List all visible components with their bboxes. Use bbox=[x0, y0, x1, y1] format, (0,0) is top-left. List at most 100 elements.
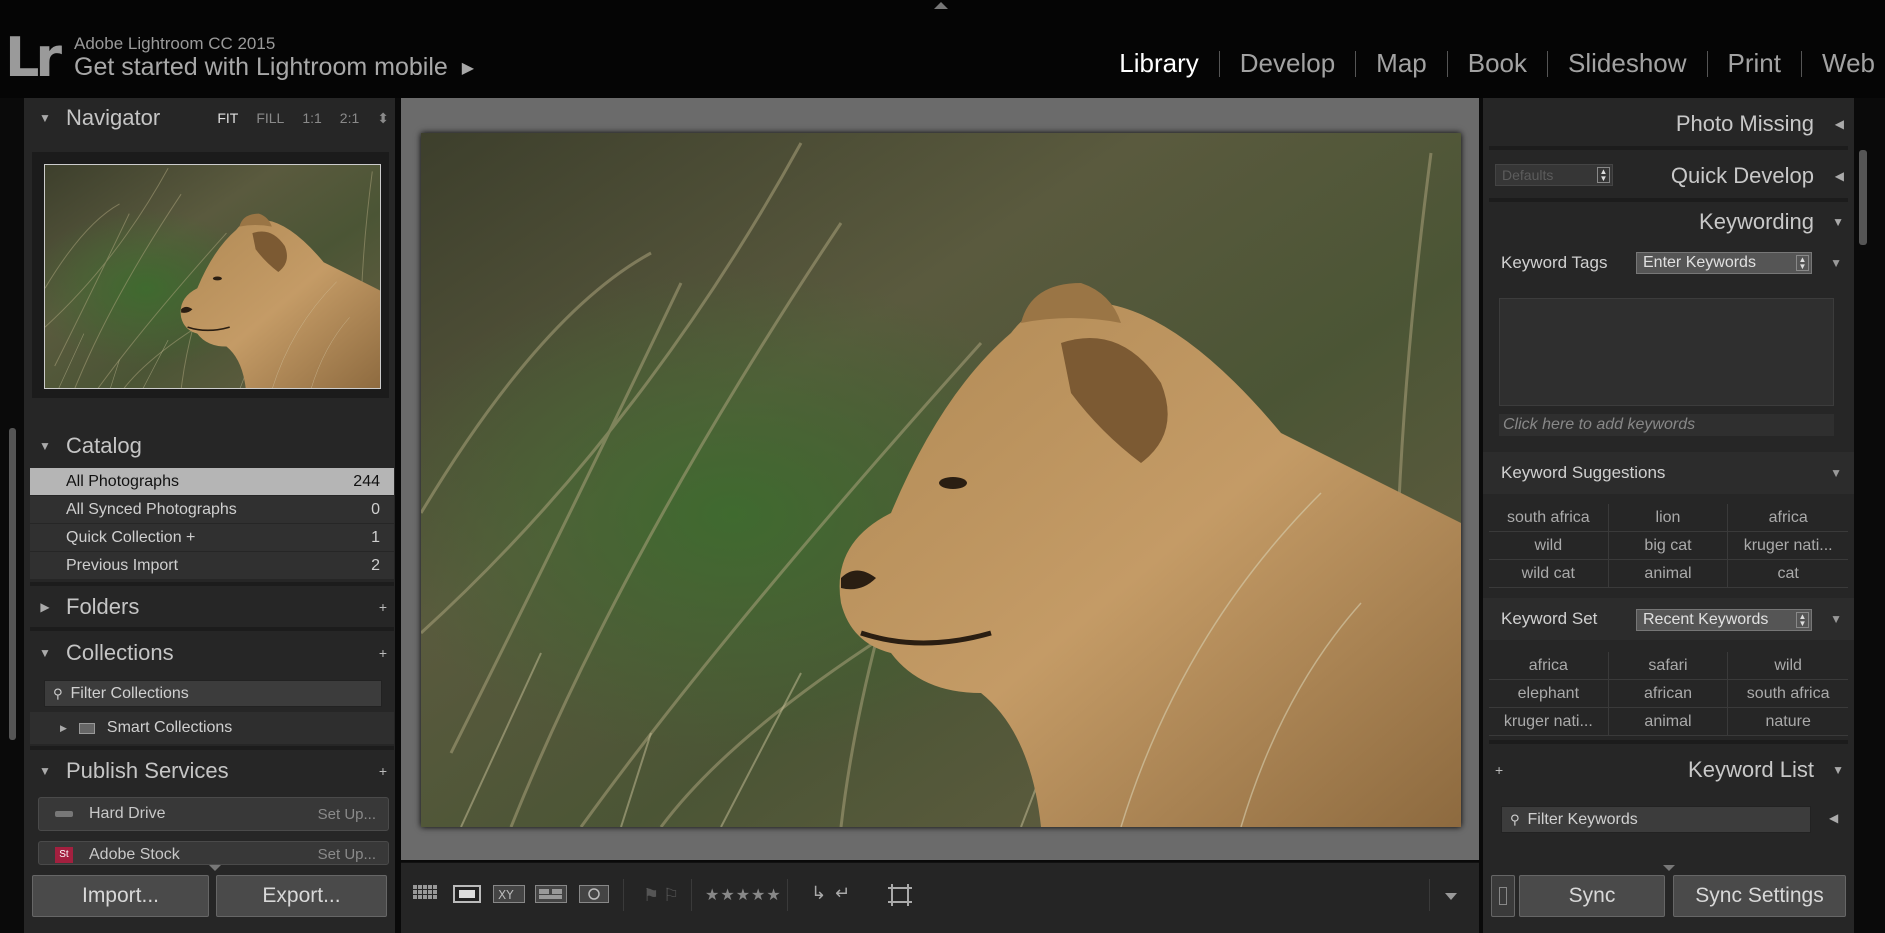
module-divider bbox=[1446, 50, 1448, 77]
main-photo[interactable] bbox=[421, 133, 1461, 827]
compare-view-icon[interactable]: XY bbox=[493, 885, 525, 908]
module-map[interactable]: Map bbox=[1376, 48, 1427, 79]
publish-adobe-stock[interactable]: St Adobe Stock Set Up... bbox=[38, 841, 389, 865]
toolbar-menu-icon[interactable] bbox=[1445, 893, 1457, 900]
sync-settings-button[interactable]: Sync Settings bbox=[1673, 875, 1846, 917]
zoom-fill[interactable]: FILL bbox=[256, 110, 284, 127]
rotate-left-icon[interactable]: ↳ bbox=[811, 883, 826, 904]
disclosure-down-icon: ▼ bbox=[1832, 763, 1844, 777]
keyword-suggestion[interactable]: big cat bbox=[1608, 532, 1729, 560]
loupe-view-icon[interactable] bbox=[453, 885, 481, 908]
star-rating-icon[interactable]: ★★★★★ bbox=[705, 885, 782, 905]
keyword-suggestion[interactable]: lion bbox=[1608, 504, 1729, 532]
auto-sync-toggle[interactable] bbox=[1491, 875, 1515, 917]
navigator-header[interactable]: ▼ Navigator FIT FILL 1:1 2:1 ⬍ bbox=[24, 98, 395, 138]
keyword-tags-label: Keyword Tags bbox=[1501, 253, 1608, 272]
keyword-tags-textarea[interactable] bbox=[1499, 298, 1834, 406]
publish-services-header[interactable]: ▼ Publish Services + bbox=[24, 751, 395, 791]
keyword-suggestion[interactable]: kruger nati... bbox=[1728, 532, 1848, 560]
keyword-list-header[interactable]: + Keyword List ▼ bbox=[1483, 748, 1854, 792]
catalog-item-previous-import[interactable]: Previous Import 2 bbox=[30, 552, 394, 580]
left-panel: ▼ Navigator FIT FILL 1:1 2:1 ⬍ ▼ Catalog… bbox=[24, 98, 395, 933]
lightroom-mobile-link[interactable]: Get started with Lightroom mobile ▶ bbox=[74, 53, 474, 82]
keywording-header[interactable]: Keywording ▼ bbox=[1483, 200, 1854, 244]
collapse-arrow-icon[interactable] bbox=[1663, 865, 1675, 871]
keyword-set-grid: africa safari wild elephant african sout… bbox=[1489, 652, 1848, 736]
zoom-fit[interactable]: FIT bbox=[217, 110, 238, 127]
add-keywords-input[interactable]: Click here to add keywords bbox=[1499, 414, 1834, 436]
keyword-set-dropdown[interactable]: Recent Keywords ▲ ▼ bbox=[1636, 609, 1812, 631]
keyword-set-item[interactable]: kruger nati... bbox=[1489, 708, 1609, 736]
keyword-set-item[interactable]: safari bbox=[1608, 652, 1729, 680]
add-folder-icon[interactable]: + bbox=[379, 599, 387, 615]
keyword-set-item[interactable]: african bbox=[1608, 680, 1729, 708]
import-button[interactable]: Import... bbox=[32, 875, 209, 917]
keyword-suggestion[interactable]: animal bbox=[1608, 560, 1729, 588]
navigator-thumbnail[interactable] bbox=[44, 164, 381, 389]
left-panel-scrollbar[interactable] bbox=[9, 428, 16, 740]
export-button[interactable]: Export... bbox=[216, 875, 387, 917]
add-keyword-icon[interactable]: + bbox=[1495, 762, 1503, 778]
publish-hard-drive[interactable]: Hard Drive Set Up... bbox=[38, 797, 389, 831]
zoom-menu-icon[interactable]: ⬍ bbox=[377, 110, 389, 127]
module-web[interactable]: Web bbox=[1822, 48, 1875, 79]
keyword-set-item[interactable]: wild bbox=[1728, 652, 1848, 680]
setup-link[interactable]: Set Up... bbox=[318, 846, 376, 863]
right-panel-scrollbar[interactable] bbox=[1859, 150, 1867, 245]
sync-button[interactable]: Sync bbox=[1519, 875, 1665, 917]
catalog-item-all-synced[interactable]: All Synced Photographs 0 bbox=[30, 496, 394, 524]
keyword-suggestion[interactable]: cat bbox=[1728, 560, 1848, 588]
keyword-set-item[interactable]: animal bbox=[1608, 708, 1729, 736]
module-slideshow[interactable]: Slideshow bbox=[1568, 48, 1687, 79]
collapse-top-arrow-icon[interactable] bbox=[934, 2, 948, 9]
zoom-1-1[interactable]: 1:1 bbox=[302, 110, 321, 127]
collections-header[interactable]: ▼ Collections + bbox=[24, 633, 395, 673]
keyword-set-item[interactable]: south africa bbox=[1728, 680, 1848, 708]
add-publish-service-icon[interactable]: + bbox=[379, 763, 387, 779]
keyword-suggestion[interactable]: south africa bbox=[1489, 504, 1609, 532]
zoom-2-1[interactable]: 2:1 bbox=[340, 110, 359, 127]
rotate-right-icon[interactable]: ↵ bbox=[835, 883, 850, 904]
collapse-arrow-icon[interactable] bbox=[209, 865, 221, 871]
lightroom-window: Lr Adobe Lightroom CC 2015 Get started w… bbox=[0, 0, 1885, 933]
section-divider bbox=[1489, 146, 1848, 150]
keyword-suggestion[interactable]: africa bbox=[1728, 504, 1848, 532]
add-collection-icon[interactable]: + bbox=[379, 645, 387, 661]
right-panel: Photo Missing ◀ Quick Develop ◀ Defaults… bbox=[1483, 98, 1854, 933]
setup-link[interactable]: Set Up... bbox=[318, 806, 376, 823]
disclosure-down-icon: ▼ bbox=[39, 439, 51, 453]
filter-collections-input[interactable]: ⚲ Filter Collections bbox=[44, 680, 382, 707]
crop-overlay-icon[interactable] bbox=[887, 883, 913, 912]
catalog-title: Catalog bbox=[66, 433, 142, 458]
module-library[interactable]: Library bbox=[1119, 48, 1198, 79]
module-print[interactable]: Print bbox=[1728, 48, 1781, 79]
folders-header[interactable]: ▶ Folders + bbox=[24, 587, 395, 627]
module-divider bbox=[1218, 50, 1220, 77]
keyword-tags-mode-dropdown[interactable]: Enter Keywords ▲ ▼ bbox=[1636, 252, 1812, 274]
keyword-suggestions-header[interactable]: Keyword Suggestions ▼ bbox=[1483, 452, 1854, 494]
disclosure-left-icon[interactable]: ◀ bbox=[1829, 811, 1838, 825]
people-view-icon[interactable] bbox=[579, 885, 609, 908]
smart-collections-item[interactable]: ▶ Smart Collections bbox=[30, 712, 394, 744]
keyword-set-item[interactable]: nature bbox=[1728, 708, 1848, 736]
keyword-suggestion[interactable]: wild cat bbox=[1489, 560, 1609, 588]
keyword-set-item[interactable]: africa bbox=[1489, 652, 1609, 680]
catalog-item-quick-collection[interactable]: Quick Collection + 1 bbox=[30, 524, 394, 552]
saved-preset-dropdown[interactable]: Defaults ▲ ▼ bbox=[1495, 164, 1613, 186]
filter-keywords-input[interactable]: ⚲ Filter Keywords bbox=[1501, 806, 1811, 833]
grid-view-icon[interactable] bbox=[413, 885, 439, 908]
disclosure-left-icon: ◀ bbox=[1834, 117, 1844, 131]
histogram-header[interactable]: Photo Missing ◀ bbox=[1483, 102, 1854, 146]
flag-reject-icon[interactable]: ⚐ bbox=[663, 885, 679, 906]
module-book[interactable]: Book bbox=[1468, 48, 1527, 79]
disclosure-down-icon: ▼ bbox=[39, 111, 51, 125]
catalog-item-all-photographs[interactable]: All Photographs 244 bbox=[30, 468, 394, 496]
catalog-header[interactable]: ▼ Catalog bbox=[24, 426, 395, 466]
module-develop[interactable]: Develop bbox=[1240, 48, 1335, 79]
keyword-set-item[interactable]: elephant bbox=[1489, 680, 1609, 708]
disclosure-down-icon[interactable]: ▼ bbox=[1830, 256, 1842, 270]
flag-pick-icon[interactable]: ⚑ bbox=[643, 885, 659, 906]
survey-view-icon[interactable] bbox=[535, 885, 567, 908]
keyword-suggestion[interactable]: wild bbox=[1489, 532, 1609, 560]
publish-services-title: Publish Services bbox=[66, 758, 229, 783]
